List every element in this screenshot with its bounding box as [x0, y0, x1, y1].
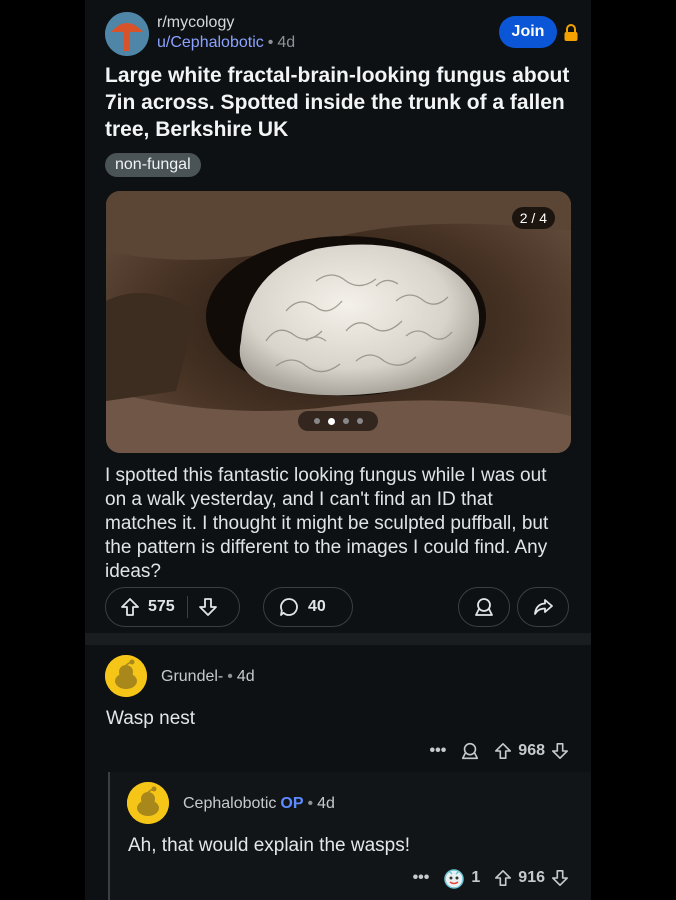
vote-control: 575 [105, 587, 240, 627]
post-time: 4d [277, 34, 296, 51]
post-flair[interactable]: non-fungal [105, 153, 201, 177]
comment-vote-count: 968 [518, 742, 545, 759]
award-icon [475, 598, 493, 616]
post-actions: 575 40 [105, 587, 571, 629]
subreddit-avatar[interactable] [105, 12, 149, 56]
post-image[interactable]: 2 / 4 [106, 191, 571, 453]
meta-separator: • [267, 34, 274, 51]
comment-icon [280, 598, 298, 616]
carousel-dot[interactable] [356, 418, 363, 424]
downvote-icon[interactable] [551, 742, 569, 760]
section-divider [85, 633, 591, 645]
comment-time: 4d [236, 668, 255, 685]
upvote-icon[interactable] [494, 869, 512, 887]
snoo-avatar-icon [105, 655, 147, 697]
comment-text: Wasp nest [106, 708, 196, 729]
lock-icon [564, 24, 578, 41]
carousel-dot[interactable] [313, 418, 320, 424]
meta-separator: • [307, 795, 314, 812]
vote-count: 575 [148, 598, 175, 615]
more-options-button[interactable]: ••• [413, 869, 430, 887]
commenter-avatar[interactable] [105, 655, 147, 697]
award-count: 1 [471, 869, 481, 886]
share-button[interactable] [517, 587, 569, 627]
award-icon[interactable] [460, 741, 480, 761]
comment-count: 40 [308, 598, 326, 615]
award-display[interactable]: 1 [443, 867, 480, 889]
upvote-icon[interactable] [120, 597, 140, 617]
reply-vote-control: 916 [494, 869, 569, 887]
reply-vote-count: 916 [518, 869, 545, 886]
snoo-avatar-icon [127, 782, 169, 824]
subreddit-name[interactable]: r/mycology [157, 13, 295, 33]
comment-author[interactable]: Grundel- [161, 668, 223, 685]
comment-actions: ••• 968 [429, 740, 569, 762]
media-counter: 2 / 4 [511, 207, 555, 229]
post-title[interactable]: Large white fractal-brain-looking fungus… [105, 62, 575, 143]
award-button[interactable] [458, 587, 510, 627]
more-options-button[interactable]: ••• [429, 742, 446, 760]
post-author[interactable]: u/Cephalobotic [157, 34, 264, 51]
carousel-dot-active[interactable] [327, 417, 335, 425]
reply-text: Ah, that would explain the wasps! [128, 835, 411, 856]
reddit-app: r/mycology u/Cephalobotic • 4d Join Large … [85, 0, 591, 900]
thread-line[interactable] [108, 772, 110, 900]
downvote-icon[interactable] [551, 869, 569, 887]
meta-separator: • [227, 668, 233, 685]
comments-button[interactable]: 40 [263, 587, 353, 627]
reply-author[interactable]: Cephalobotic [183, 795, 276, 812]
downvote-icon[interactable] [198, 597, 218, 617]
join-button[interactable]: Join [499, 16, 557, 48]
reply-avatar[interactable] [127, 782, 169, 824]
carousel-dot[interactable] [342, 418, 349, 424]
op-badge: OP [280, 795, 304, 812]
mushroom-icon [105, 12, 149, 56]
vote-separator [186, 596, 188, 618]
post-body: I spotted this fantastic looking fungus … [105, 465, 549, 582]
upvote-icon[interactable] [494, 742, 512, 760]
reply-author-line: Cephalobotic OP • 4d [183, 795, 335, 813]
comment-author-line: Grundel- • 4d [161, 668, 255, 686]
share-icon [534, 599, 553, 615]
comment-vote-control: 968 [494, 742, 569, 760]
reply-actions: ••• 1 916 [413, 867, 569, 889]
post-meta: r/mycology u/Cephalobotic • 4d [157, 13, 295, 53]
reply-time: 4d [317, 795, 335, 812]
award-emoji-icon [444, 869, 465, 889]
post-header: r/mycology u/Cephalobotic • 4d Join [105, 12, 579, 56]
carousel-dots[interactable] [298, 411, 378, 431]
